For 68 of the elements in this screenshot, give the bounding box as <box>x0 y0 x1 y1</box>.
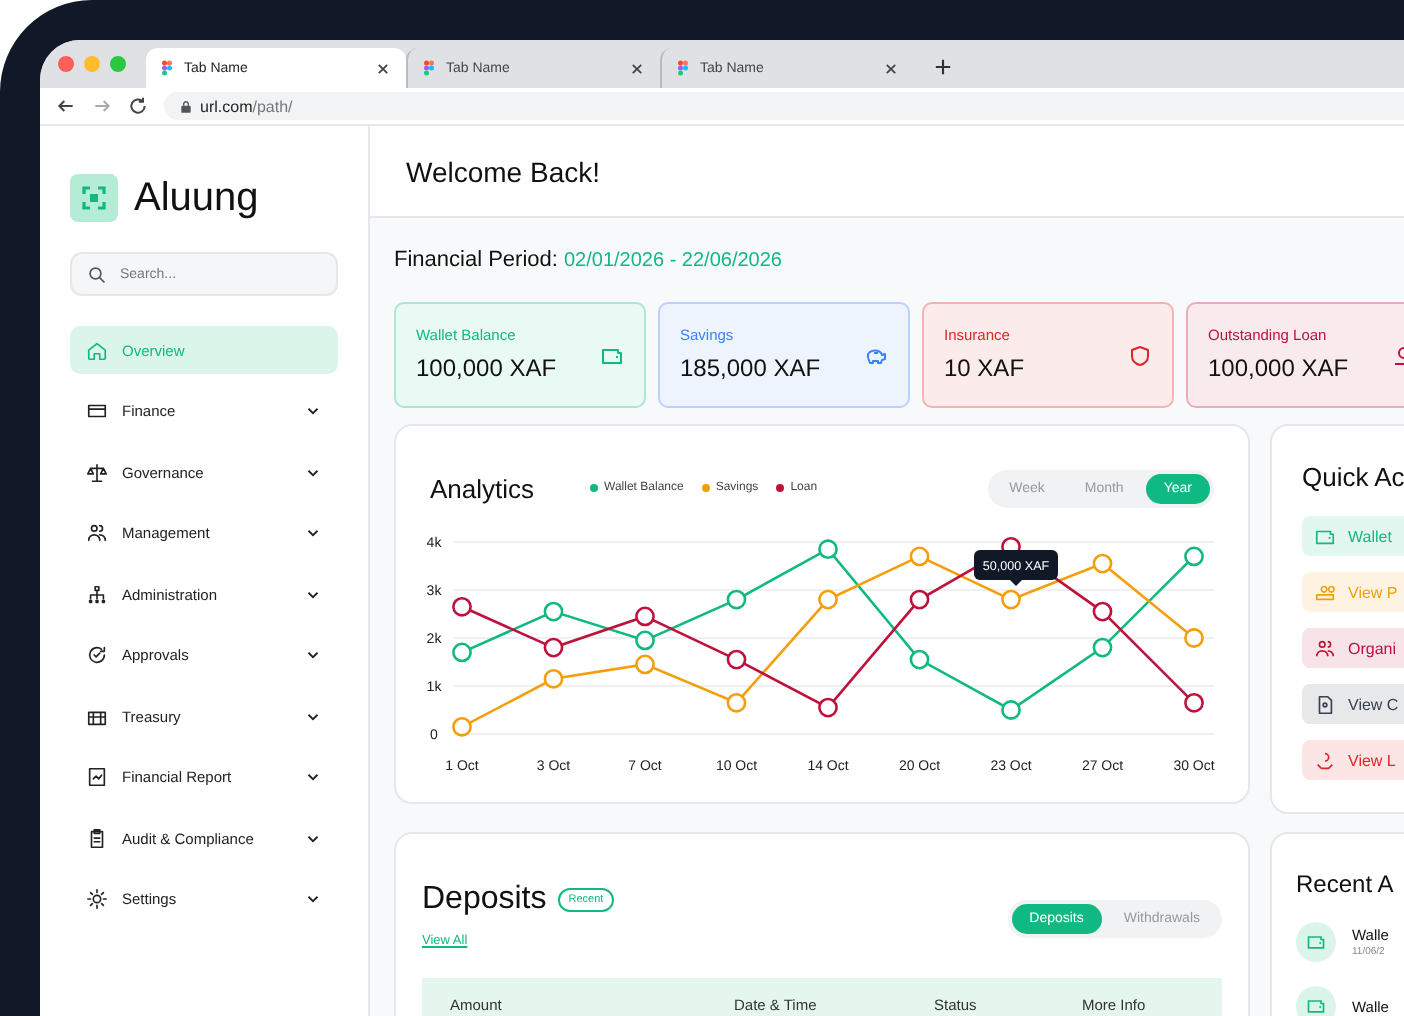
close-icon[interactable] <box>884 61 898 75</box>
quick-action-button[interactable]: View L <box>1302 740 1404 780</box>
app-logo-icon <box>162 60 172 76</box>
data-point <box>909 546 930 567</box>
data-point <box>909 589 930 610</box>
data-point <box>1001 700 1021 720</box>
scan-logo-icon <box>70 174 118 222</box>
card-title: Analytics <box>430 473 535 503</box>
wallet-icon <box>1296 922 1336 962</box>
people-icon <box>86 522 108 544</box>
data-point <box>818 539 838 560</box>
data-point <box>1184 628 1204 648</box>
data-point <box>1001 589 1021 610</box>
data-point <box>452 716 472 737</box>
url-text: url.com/path/ <box>200 97 293 115</box>
data-point <box>1092 601 1113 622</box>
data-point <box>726 589 747 610</box>
app-logo-icon <box>424 60 434 76</box>
data-point <box>452 596 472 617</box>
data-point <box>726 649 747 670</box>
financial-period: Financial Period: 02/01/2026 - 22/06/2026 <box>394 246 784 276</box>
data-point <box>726 692 747 713</box>
data-point <box>1184 546 1204 567</box>
page-title: Welcome Back! <box>406 155 600 187</box>
check-cycle-icon <box>86 644 108 666</box>
scales-icon <box>86 461 108 483</box>
data-point <box>635 606 655 627</box>
data-point <box>543 668 564 689</box>
data-point <box>818 697 838 718</box>
quick-action-button[interactable]: View C <box>1302 684 1404 724</box>
new-tab-icon[interactable] <box>934 58 952 76</box>
data-point <box>1184 692 1204 713</box>
hierarchy-icon <box>86 583 108 605</box>
home-icon <box>86 339 108 361</box>
clipboard-icon <box>86 827 108 849</box>
card-title: Quick Ac <box>1302 462 1404 492</box>
card-title: Recent A <box>1296 870 1396 898</box>
search-icon <box>88 266 106 284</box>
data-point <box>1092 637 1113 658</box>
card-icon <box>86 400 108 422</box>
data-point <box>1092 553 1113 574</box>
data-point <box>635 654 655 675</box>
close-icon[interactable] <box>376 61 390 75</box>
data-point <box>818 589 838 610</box>
reload-icon[interactable] <box>128 96 148 116</box>
back-arrow-icon[interactable] <box>56 96 76 116</box>
data-point <box>543 601 564 622</box>
quick-action-button[interactable]: Organi <box>1302 628 1404 668</box>
address-bar[interactable]: url.com/path/ <box>164 92 1404 120</box>
stat-value: 100,000 XAF <box>416 354 557 382</box>
lock-icon <box>180 99 192 113</box>
shield-icon <box>1128 344 1152 368</box>
settings-icon <box>86 888 108 910</box>
close-icon[interactable] <box>630 61 644 75</box>
data-point <box>909 649 930 670</box>
report-icon <box>86 766 108 788</box>
data-point <box>452 642 472 663</box>
stat-value: 185,000 XAF <box>680 354 821 382</box>
wallet-icon <box>1296 986 1336 1016</box>
data-point <box>543 637 564 658</box>
stat-value: 10 XAF <box>944 354 1025 382</box>
card-title: Deposits <box>422 882 547 918</box>
stat-value: 100,000 XAF <box>1208 354 1349 382</box>
app-logo-icon <box>678 60 688 76</box>
wallet-icon <box>600 344 624 368</box>
brand-name: Aluung <box>134 175 259 221</box>
data-point <box>635 630 655 651</box>
piggy-bank-icon <box>864 344 888 368</box>
